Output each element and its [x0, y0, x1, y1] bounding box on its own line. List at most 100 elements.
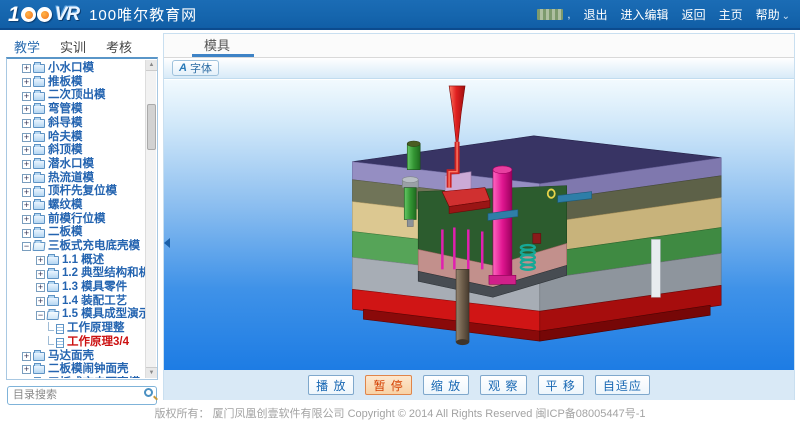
logout-link[interactable]: 退出 — [584, 6, 608, 23]
expand-icon[interactable]: + — [36, 270, 45, 279]
viewer-controls: 播 放暂 停缩 放观 察平 移自适应 — [164, 370, 794, 400]
tab-assessment[interactable]: 考核 — [106, 37, 132, 56]
tree-item[interactable]: +顶杆先复位模 — [8, 185, 145, 199]
enter-edit-link[interactable]: 进入编辑 — [621, 6, 669, 23]
collapse-icon[interactable]: − — [36, 311, 45, 320]
document-icon — [56, 338, 64, 348]
logo-zero-icon — [37, 7, 52, 22]
tree-item-label: 斜导模 — [48, 117, 83, 131]
tree-item[interactable]: +1.3 模具零件 — [8, 281, 145, 295]
help-link[interactable]: 帮助⌄ — [756, 6, 790, 23]
tree-item-label: 1.4 装配工艺 — [62, 295, 127, 309]
sprue-puller-rod — [456, 269, 469, 342]
tree-item-label: 弯管模 — [48, 103, 83, 117]
tree-item[interactable]: 工作原理3/4 — [8, 336, 145, 350]
document-icon — [56, 324, 64, 334]
expand-icon[interactable]: + — [22, 201, 31, 210]
3d-viewer[interactable] — [164, 80, 794, 370]
folder-icon — [33, 174, 45, 183]
ejector-pin — [441, 229, 443, 269]
panel-collapse-icon[interactable] — [164, 238, 170, 248]
tree-item[interactable]: +三板式充电面壳模 — [8, 377, 145, 378]
site-logo[interactable]: 1 VR — [8, 4, 79, 25]
expand-icon[interactable]: + — [22, 215, 31, 224]
tree-item[interactable]: + 斜顶模 — [8, 144, 145, 158]
expand-icon[interactable]: + — [22, 365, 31, 374]
tab-training[interactable]: 实训 — [60, 37, 86, 56]
folder-icon — [47, 311, 60, 320]
tree-item[interactable]: +1.2 典型结构和机构 — [8, 267, 145, 281]
expand-icon[interactable]: + — [22, 105, 31, 114]
expand-icon[interactable]: + — [22, 160, 31, 169]
search-input[interactable] — [7, 386, 157, 405]
support-pillar — [651, 239, 660, 297]
tree-item[interactable]: +小水口模 — [8, 62, 145, 76]
pan-button[interactable]: 平 移 — [538, 375, 584, 395]
expand-icon[interactable]: + — [22, 92, 31, 101]
folder-icon — [33, 64, 45, 73]
folder-icon — [33, 92, 45, 101]
expand-icon[interactable]: + — [22, 174, 31, 183]
scroll-down-icon[interactable]: ▼ — [146, 367, 157, 378]
tree-item[interactable]: +二板模闹钟面壳 — [8, 363, 145, 377]
scroll-up-icon[interactable]: ▲ — [146, 60, 157, 71]
tree-item[interactable]: −三板式充电底壳模 — [8, 240, 145, 254]
tree-item[interactable]: +热流道模 — [8, 172, 145, 186]
expand-icon[interactable]: + — [22, 78, 31, 87]
auto-fit-button[interactable]: 自适应 — [595, 375, 650, 395]
observe-button[interactable]: 观 察 — [480, 375, 526, 395]
tree-scrollbar[interactable]: ▲ ▼ — [145, 60, 156, 378]
tree-item[interactable]: +二板模 — [8, 226, 145, 240]
tree-item[interactable]: +哈夫模 — [8, 130, 145, 144]
home-link[interactable]: 主页 — [719, 6, 743, 23]
tree-item[interactable]: +潜水口模 — [8, 158, 145, 172]
tree-item[interactable]: +1.4 装配工艺 — [8, 295, 145, 309]
tree-item[interactable]: − 1.5 模具成型演示 — [8, 308, 145, 322]
play-button[interactable]: 播 放 — [308, 375, 354, 395]
folder-icon — [33, 133, 45, 142]
mold-3d-model[interactable] — [164, 80, 794, 370]
folder-icon — [33, 146, 45, 155]
tree-item[interactable]: + 推板模 — [8, 76, 145, 90]
folder-icon — [33, 352, 45, 361]
sprue-cone — [449, 86, 465, 142]
expand-icon[interactable]: + — [22, 119, 31, 128]
tree-item[interactable]: + 斜导模 — [8, 117, 145, 131]
folder-icon — [33, 160, 45, 169]
tree-item[interactable]: +马达面壳 — [8, 349, 145, 363]
search-icon[interactable] — [144, 388, 153, 397]
top-header: 1 VR 100唯尔教育网 , 退出进入编辑返回主页帮助⌄ — [0, 0, 800, 30]
expand-icon[interactable]: + — [22, 133, 31, 142]
collapse-icon[interactable]: − — [22, 242, 31, 251]
font-button[interactable]: A 字体 — [172, 60, 219, 76]
help-caret-icon: ⌄ — [782, 11, 790, 22]
expand-icon[interactable]: + — [22, 229, 31, 238]
logo-digit: 1 — [8, 4, 20, 25]
expand-icon[interactable]: + — [22, 352, 31, 361]
scrollbar-thumb[interactable] — [147, 104, 156, 150]
pause-button[interactable]: 暂 停 — [365, 375, 411, 395]
expand-icon[interactable]: + — [22, 64, 31, 73]
tree-item-label: 斜顶模 — [48, 144, 83, 158]
tree-item-label: 螺纹模 — [48, 199, 83, 213]
tree-item[interactable]: + 弯管模 — [8, 103, 145, 117]
tree-item-label: 二次顶出模 — [48, 89, 106, 103]
expand-icon[interactable]: + — [22, 146, 31, 155]
tree-item[interactable]: +前模行位模 — [8, 213, 145, 227]
tree-item[interactable]: 工作原理整 — [8, 322, 145, 336]
zoom-button[interactable]: 缩 放 — [423, 375, 469, 395]
tree-item[interactable]: +1.1 概述 — [8, 254, 145, 268]
tree-connector — [48, 322, 54, 331]
back-link[interactable]: 返回 — [682, 6, 706, 23]
tree-item[interactable]: + 螺纹模 — [8, 199, 145, 213]
tree-item-label: 推板模 — [48, 76, 83, 90]
folder-icon — [33, 365, 45, 374]
expand-icon[interactable]: + — [22, 188, 31, 197]
expand-icon[interactable]: + — [36, 297, 45, 306]
expand-icon[interactable]: + — [36, 283, 45, 292]
tab-teaching[interactable]: 教学 — [14, 37, 40, 56]
expand-icon[interactable]: + — [36, 256, 45, 265]
tree-item-label: 1.5 模具成型演示 — [62, 308, 145, 322]
catalog-search — [7, 385, 157, 404]
tree-item[interactable]: + 二次顶出模 — [8, 89, 145, 103]
